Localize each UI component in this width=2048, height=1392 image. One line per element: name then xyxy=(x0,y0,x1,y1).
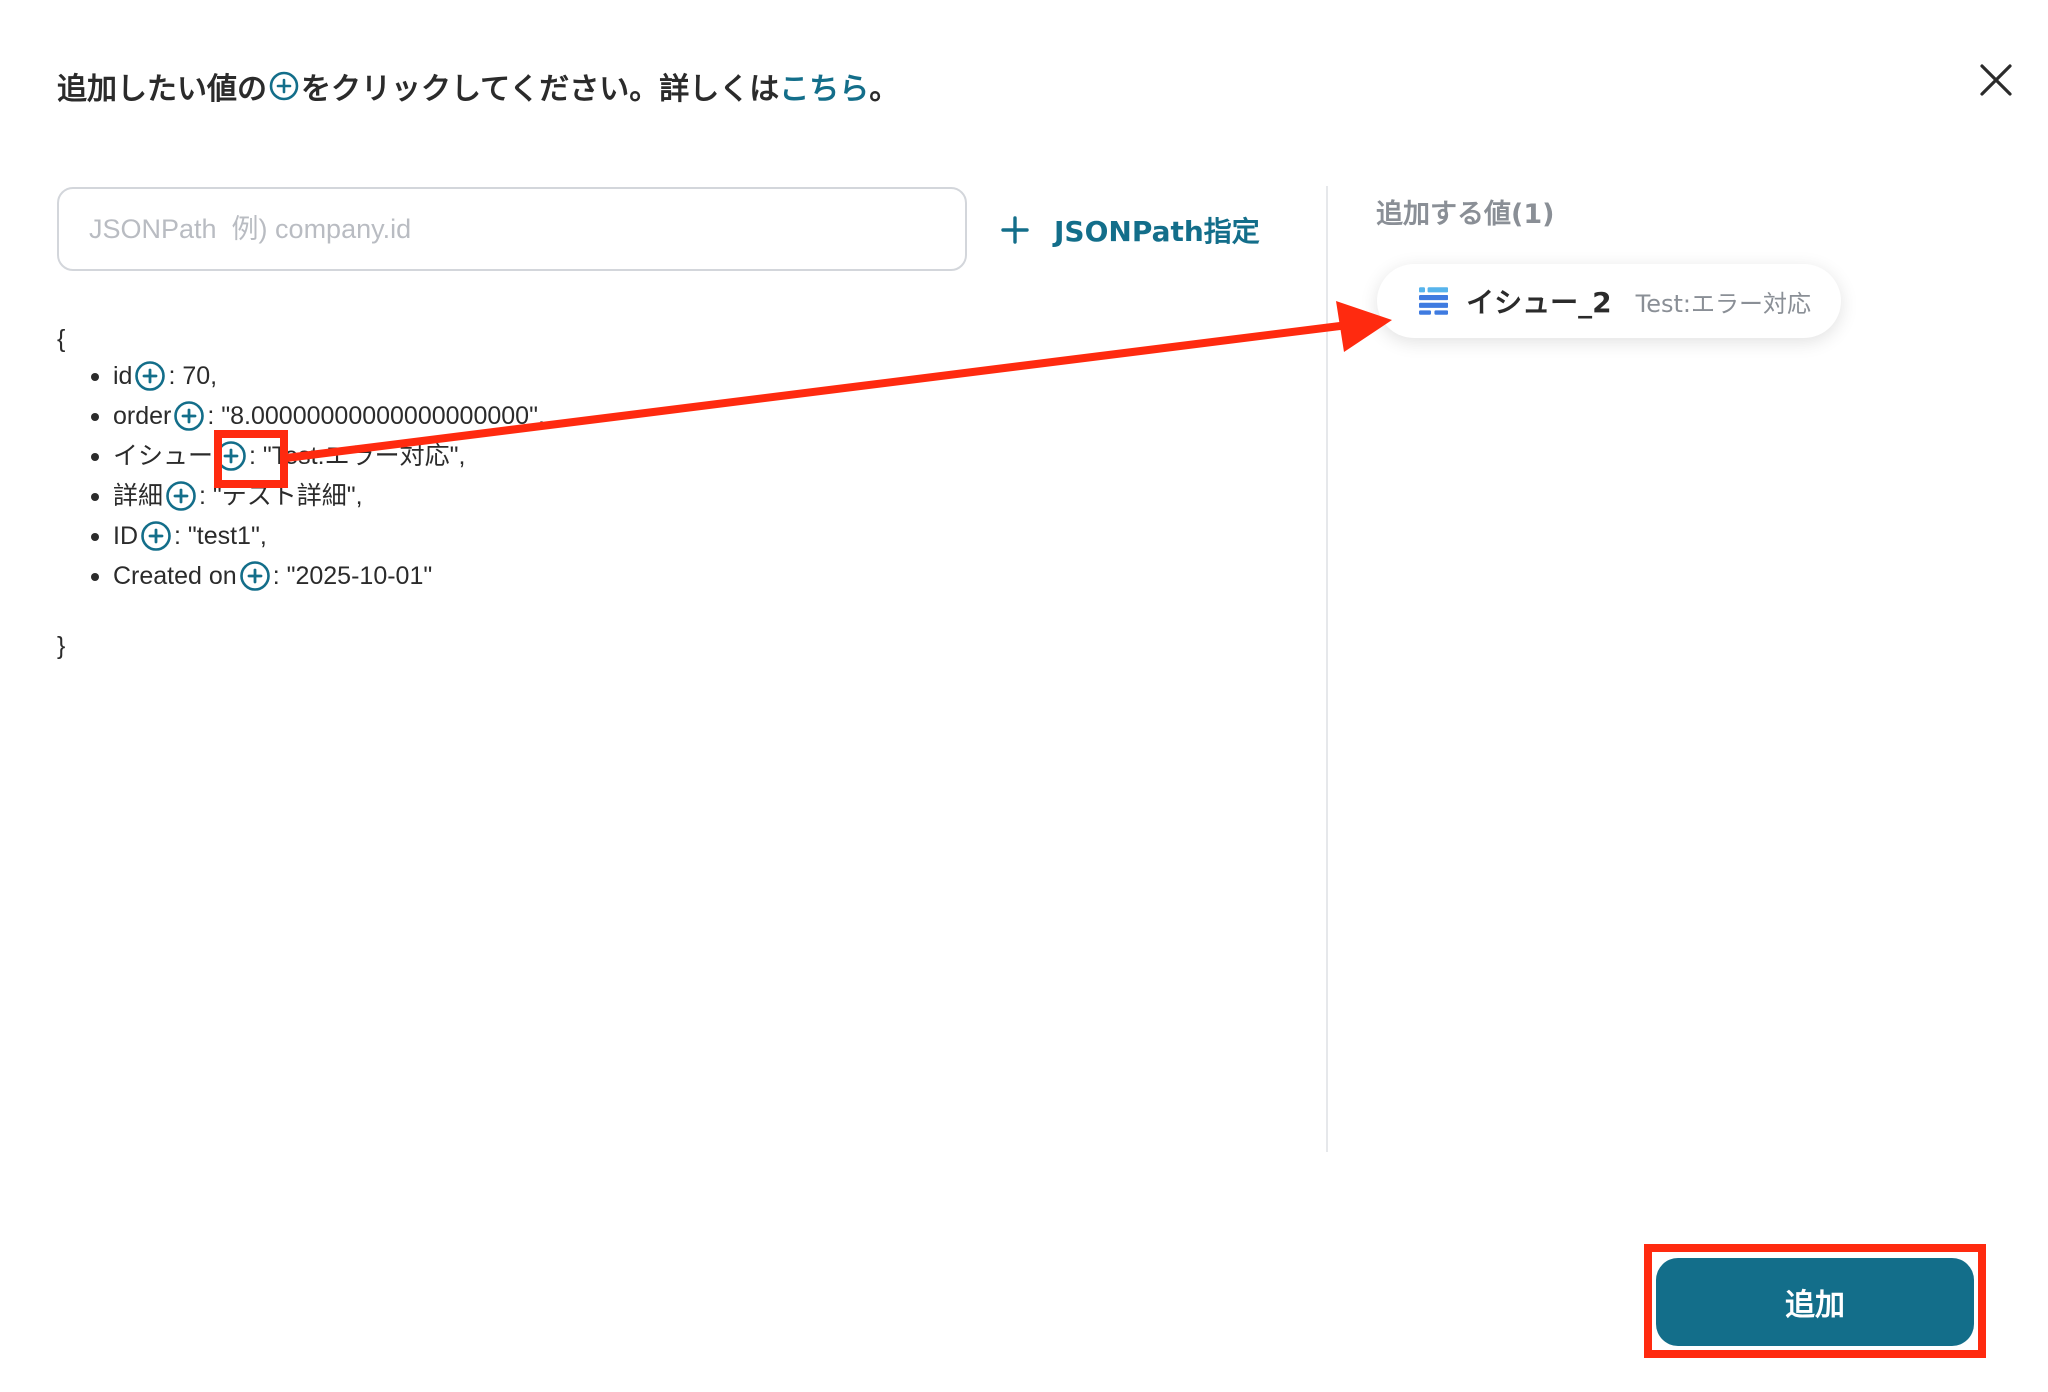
json-field: ID : "test1", xyxy=(91,516,545,556)
json-value: : "テスト詳細", xyxy=(199,482,363,510)
help-link[interactable]: こちら xyxy=(779,64,869,108)
json-key: ID xyxy=(113,522,138,550)
dialog-title: 追加したい値の をクリックしてください。詳しくは こちら 。 xyxy=(57,64,899,108)
add-value-dialog: 追加したい値の をクリックしてください。詳しくは こちら 。 JSONPath指… xyxy=(0,0,2048,1392)
json-value: : 70, xyxy=(168,362,218,390)
added-value-chip[interactable]: イシュー_2 Test:エラー対応 xyxy=(1377,264,1841,338)
json-value: : "8.00000000000000000000", xyxy=(207,402,545,430)
json-tree: { id : 70, order : "8.000000000000000000… xyxy=(57,322,545,596)
added-value-preview: Test:エラー対応 xyxy=(1635,289,1811,318)
json-key: Created on xyxy=(113,562,237,590)
json-close-brace: } xyxy=(57,632,66,660)
add-value-icon[interactable] xyxy=(173,400,205,432)
jsonpath-specify-label: JSONPath指定 xyxy=(1054,215,1260,248)
json-field: id : 70, xyxy=(91,356,545,396)
added-values-heading: 追加する値(1) xyxy=(1376,199,1555,230)
close-icon xyxy=(1980,64,2012,96)
add-value-icon[interactable] xyxy=(239,560,271,592)
json-key: id xyxy=(113,362,133,390)
jsonpath-input[interactable] xyxy=(57,187,967,271)
add-value-icon[interactable] xyxy=(215,440,247,472)
json-key: order xyxy=(113,402,172,430)
json-value: : "Test:エラー対応", xyxy=(249,442,466,470)
json-key: イシュー xyxy=(113,442,214,470)
json-field-list: id : 70, order : "8.00000000000000000000… xyxy=(57,356,545,596)
add-value-icon[interactable] xyxy=(134,360,166,392)
table-rows-icon xyxy=(1419,287,1449,315)
json-value: : "test1", xyxy=(174,522,267,550)
json-field: Created on : "2025-10-01" xyxy=(91,556,545,596)
title-text-start: 追加したい値の xyxy=(57,72,267,107)
pane-divider xyxy=(1326,186,1328,1152)
add-value-icon[interactable] xyxy=(165,480,197,512)
json-open-brace: { xyxy=(57,325,66,353)
title-text-end: 。 xyxy=(869,72,900,107)
json-field: order : "8.00000000000000000000", xyxy=(91,396,545,436)
json-field: イシュー : "Test:エラー対応", xyxy=(91,436,545,476)
added-value-name: イシュー_2 xyxy=(1466,286,1612,319)
add-button[interactable]: 追加 xyxy=(1656,1258,1974,1346)
plus-icon xyxy=(1001,216,1029,244)
json-key: 詳細 xyxy=(113,482,164,510)
close-button[interactable] xyxy=(1972,56,2020,104)
title-text-middle: をクリックしてください。詳しくは xyxy=(301,72,780,107)
add-value-icon[interactable] xyxy=(140,520,172,552)
json-field: 詳細 : "テスト詳細", xyxy=(91,476,545,516)
jsonpath-specify-button[interactable]: JSONPath指定 xyxy=(1000,205,1260,255)
plus-circle-icon xyxy=(269,71,299,101)
json-value: : "2025-10-01" xyxy=(272,562,433,590)
